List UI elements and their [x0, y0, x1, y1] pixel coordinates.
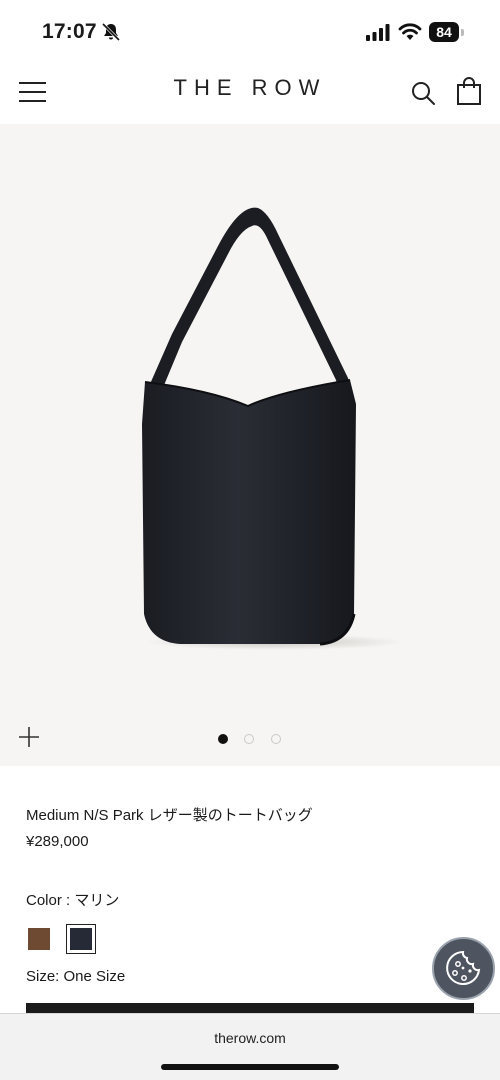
- battery-icon: 84: [429, 22, 465, 42]
- search-icon[interactable]: [410, 80, 436, 106]
- color-swatch-marine-fill: [70, 928, 92, 950]
- battery-nub: [461, 29, 464, 36]
- color-swatch-brown[interactable]: [28, 928, 50, 950]
- color-swatch-marine[interactable]: [66, 924, 96, 954]
- gallery-dot-2[interactable]: [244, 734, 254, 744]
- gallery-dot-3[interactable]: [271, 734, 281, 744]
- browser-address-bar: therow.com: [0, 1013, 500, 1080]
- size-label: Size: One Size: [26, 968, 126, 985]
- product-title: Medium N/S Park レザー製のトートバッグ: [26, 807, 313, 824]
- gallery-pagination: [215, 734, 295, 748]
- gallery-dot-1[interactable]: [218, 734, 228, 744]
- status-time: 17:07: [42, 20, 97, 43]
- product-image[interactable]: [100, 194, 420, 664]
- home-indicator[interactable]: [161, 1064, 339, 1070]
- product-price: ¥289,000: [26, 833, 89, 850]
- cookie-icon: [446, 950, 481, 985]
- url-text[interactable]: therow.com: [0, 1030, 500, 1046]
- bell-slash-icon: [101, 22, 121, 42]
- color-label: Color : マリン: [26, 892, 120, 909]
- cookie-settings-button[interactable]: [432, 937, 495, 1000]
- status-bar: 17:07 84: [0, 0, 500, 62]
- battery-level: 84: [429, 22, 459, 42]
- cellular-signal-icon: [366, 24, 390, 41]
- shopping-bag-icon[interactable]: [456, 77, 482, 105]
- site-header: THE ROW: [0, 62, 500, 124]
- product-gallery[interactable]: [0, 124, 500, 766]
- plus-zoom-icon[interactable]: [18, 726, 40, 748]
- wifi-icon: [398, 23, 422, 40]
